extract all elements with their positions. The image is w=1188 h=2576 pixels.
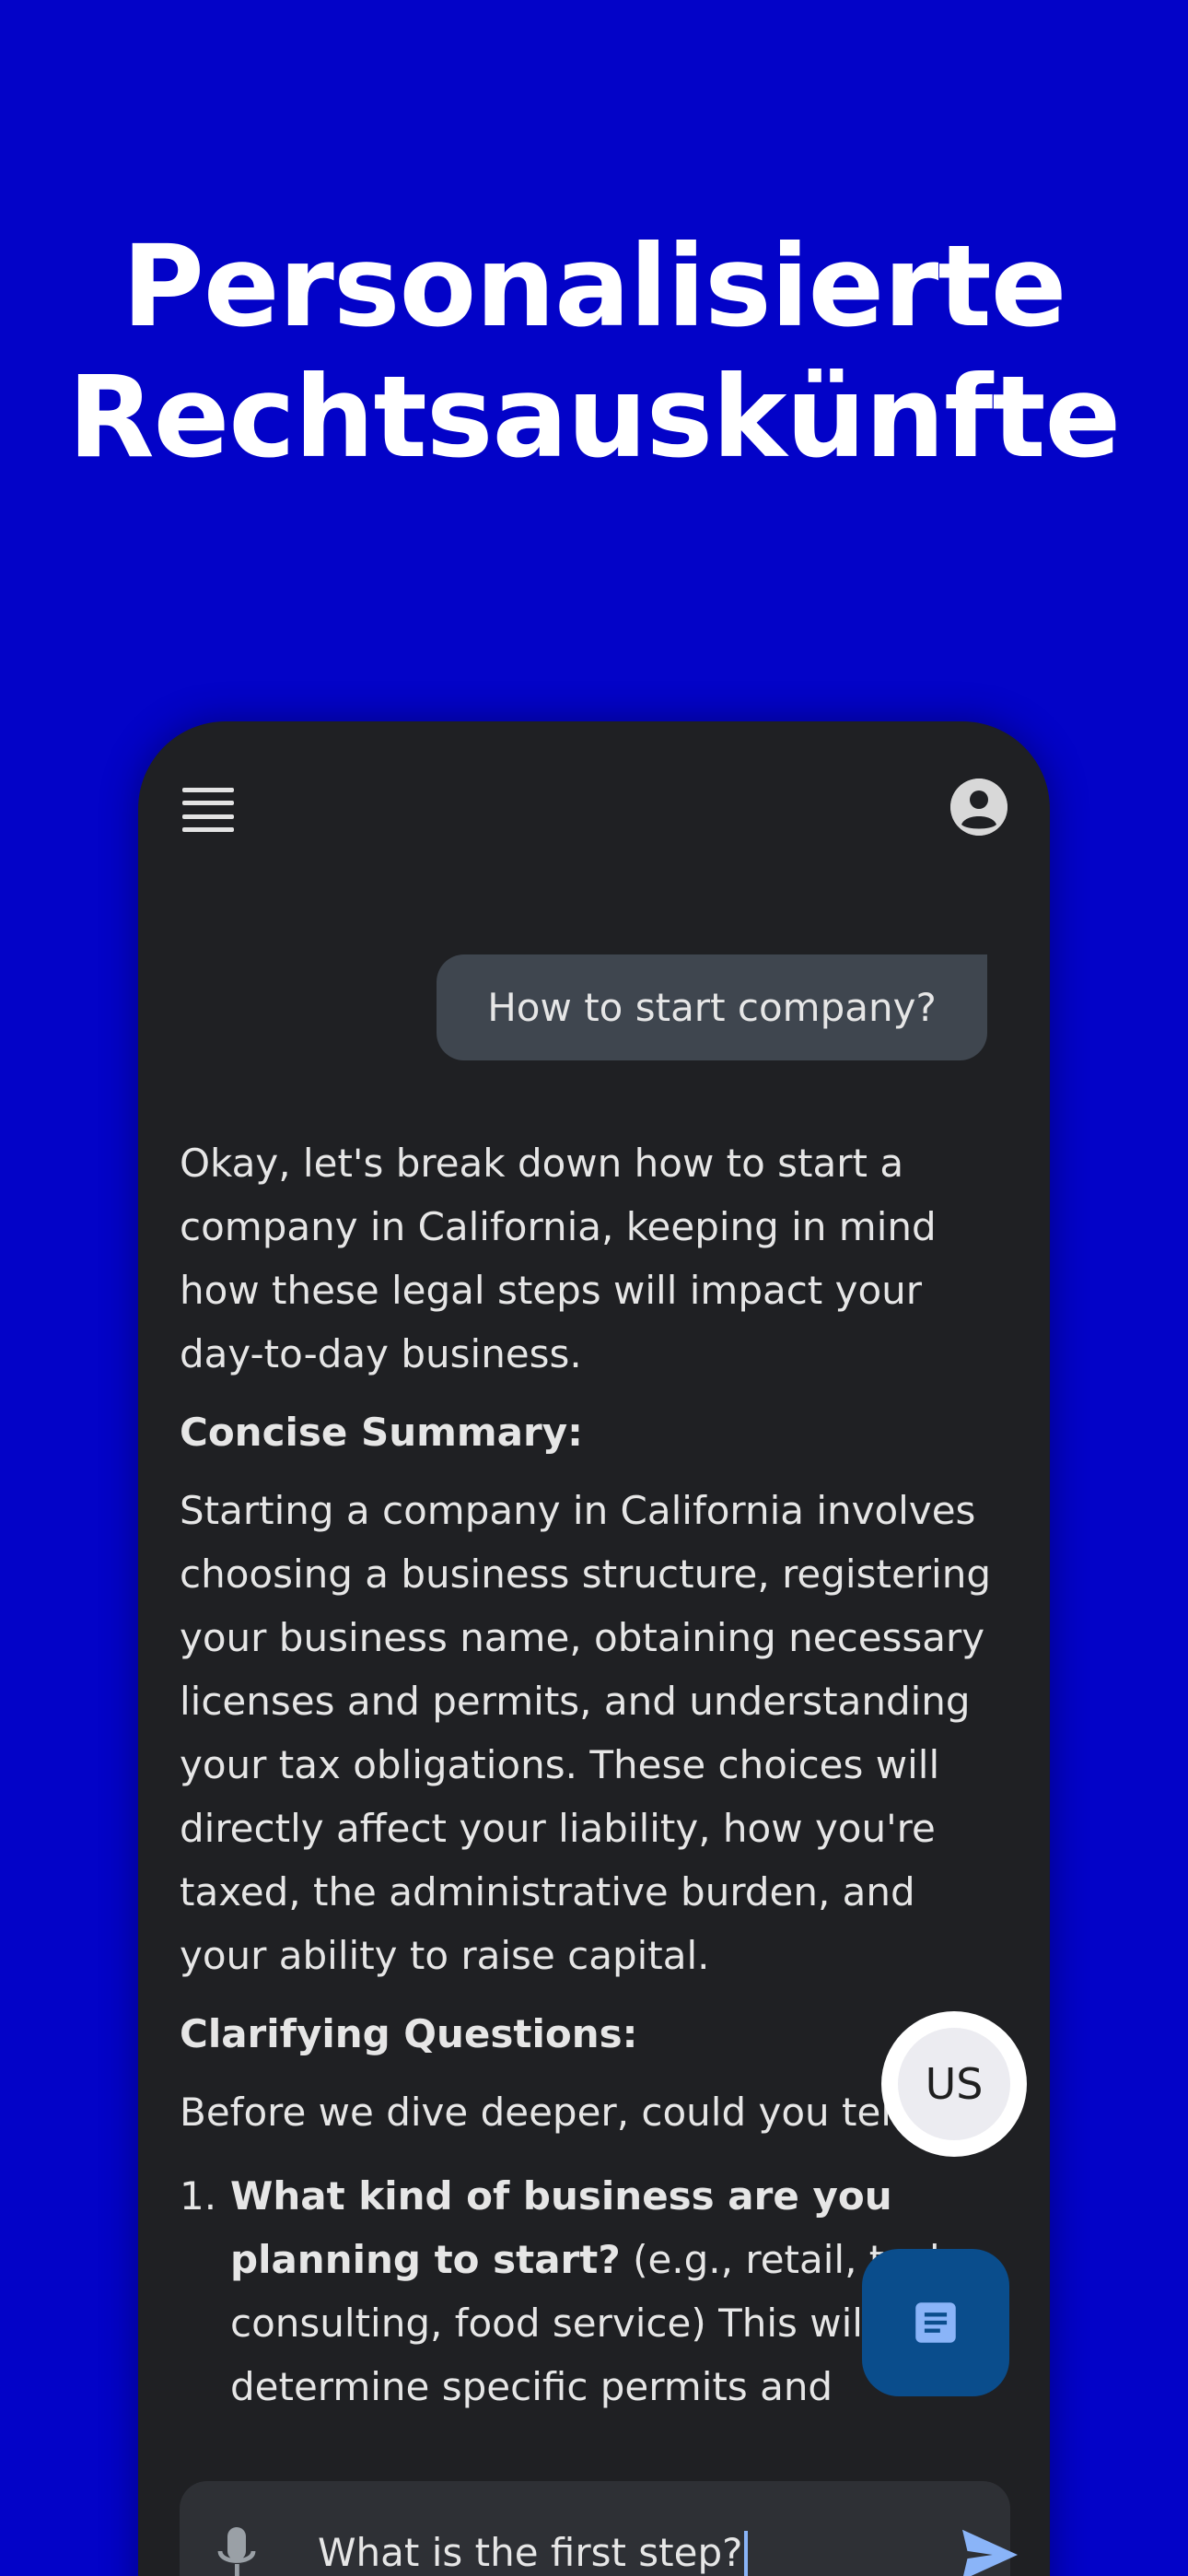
list-item-number: 1. [180,2173,217,2219]
headline-line-1: Personalisierte [122,221,1067,352]
region-button[interactable]: US [881,2011,1027,2157]
mic-icon[interactable] [216,2525,257,2576]
user-message-text: How to start company? [487,985,937,1030]
message-input-value: What is the first step? [318,2530,743,2575]
send-icon[interactable] [958,2527,1022,2576]
promo-headline: Personalisierte Rechtsauskünfte [0,221,1188,483]
account-circle-icon[interactable] [950,779,1007,836]
headline-line-2: Rechtsauskünfte [67,352,1122,483]
message-composer: What is the first step? [180,2481,1018,2576]
text-caret [744,2530,749,2576]
phone-screen: How to start company? Okay, let's break … [138,721,1050,2576]
summary-text: Starting a company in California involve… [180,1488,991,1978]
document-icon [915,2302,956,2343]
summary-heading: Concise Summary: [180,1410,583,1455]
region-label: US [898,2028,1010,2140]
assistant-answer: Okay, let's break down how to start a co… [180,1131,1008,2418]
answer-intro: Okay, let's break down how to start a co… [180,1141,937,1376]
user-message-bubble: How to start company? [437,954,987,1060]
menu-icon[interactable] [182,788,234,832]
message-input[interactable]: What is the first step? [318,2516,870,2576]
questions-heading: Clarifying Questions: [180,2011,638,2056]
app-store-screenshot: Personalisierte Rechtsauskünfte How to s… [0,0,1188,2576]
document-button[interactable] [862,2249,1009,2396]
